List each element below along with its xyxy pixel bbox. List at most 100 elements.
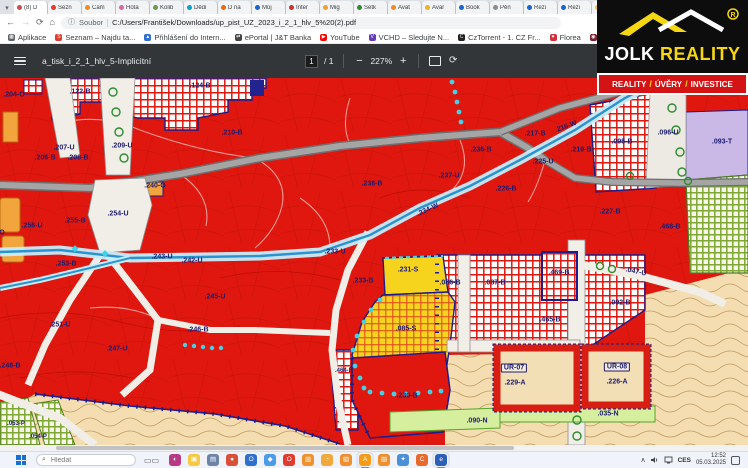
url-text: C:/Users/František/Downloads/up_pist_UZ_… — [112, 18, 356, 27]
bookmark-item[interactable]: CCzTorrent - 1. CZ Fr... — [458, 33, 541, 42]
bookmark-item[interactable]: ▦Aplikace — [8, 33, 46, 42]
search-input[interactable] — [49, 456, 119, 465]
parcel-label: .233-U — [324, 249, 345, 256]
forward-icon[interactable]: → — [21, 18, 30, 27]
bookmark-label: CzTorrent - 1. CZ Fr... — [468, 33, 541, 42]
bookmark-item[interactable]: ▶YouTube — [320, 33, 359, 42]
taskbar-app-icon[interactable]: ◆ — [264, 454, 276, 466]
parcel-label: .085-S — [396, 326, 417, 333]
taskbar-app-icon[interactable]: ▤ — [207, 454, 219, 466]
zoom-in-button[interactable]: + — [398, 55, 408, 67]
browser-tab[interactable]: D na — [218, 1, 252, 14]
scrollbar-thumb[interactable] — [56, 446, 514, 450]
logo-wordmark: JOLK REALITY — [597, 44, 748, 65]
tab-favicon — [221, 5, 226, 10]
browser-tab[interactable]: Rezi — [524, 1, 558, 14]
taskbar-app-icon[interactable]: C — [416, 454, 428, 466]
parcel-label: .243-U — [151, 254, 172, 261]
parcel-label: .236-B — [470, 147, 491, 154]
parcel-label: .209-U — [111, 143, 132, 150]
browser-tab[interactable]: Cam — [82, 1, 116, 14]
rotate-icon[interactable]: ⟳ — [447, 55, 459, 67]
tab-label: Book — [466, 5, 480, 11]
browser-tab[interactable]: Avar — [422, 1, 456, 14]
speaker-icon[interactable] — [651, 456, 659, 464]
parcel-label: .035-N — [597, 411, 618, 418]
taskbar-search[interactable]: ⌕ — [36, 454, 136, 466]
tab-label: Můj — [262, 5, 272, 11]
tab-label: Cam — [92, 5, 105, 11]
page-number-input[interactable]: 1 — [305, 55, 318, 68]
taskbar-app-icon[interactable]: e — [435, 454, 447, 466]
language-indicator[interactable]: CES — [678, 457, 691, 464]
omnibox-divider — [107, 19, 108, 27]
parcel-label: .256-U — [21, 223, 42, 230]
parcel-label: .229-A — [504, 380, 525, 387]
tab-label: Mig — [330, 5, 340, 11]
banner-word: REALITY — [612, 80, 646, 89]
taskbar-app-icon[interactable]: ▣ — [188, 454, 200, 466]
bookmark-item[interactable]: SSeznam – Najdu ta... — [55, 33, 135, 42]
parcel-label: .468-B — [659, 224, 680, 231]
bookmark-item[interactable]: ♥Florea — [550, 33, 581, 42]
tab-label: Kolib — [160, 5, 173, 11]
parcel-label: UR-07 — [501, 364, 527, 373]
notification-icon[interactable] — [731, 456, 740, 465]
omnibox[interactable]: ⓘ Soubor C:/Users/František/Downloads/up… — [61, 17, 561, 29]
bookmark-favicon: ▦ — [8, 34, 15, 41]
parcel-label: .122-B — [69, 89, 90, 96]
taskbar-app-icon[interactable]: ▨ — [378, 454, 390, 466]
network-icon[interactable] — [664, 456, 673, 464]
pdf-controls: 1 / 1 − 227% + ⟳ — [305, 54, 459, 68]
parcel-label: .253-B — [55, 261, 76, 268]
taskbar-clock[interactable]: 12:52 05.03.2025 — [696, 453, 726, 467]
tab-search-chevron-icon[interactable]: ▾ — [0, 1, 14, 14]
reload-icon[interactable]: ⟳ — [36, 18, 44, 27]
browser-tab[interactable]: Rezi — [558, 1, 592, 14]
browser-tab[interactable]: Setk — [354, 1, 388, 14]
map-labels-layer: .204-O.122-B.124-B.210-B.207-U.206-B.208… — [0, 78, 748, 445]
bookmark-item[interactable]: ▲Přihlášení do Intern... — [144, 33, 225, 42]
taskbar-app-icon[interactable]: ● — [226, 454, 238, 466]
bookmark-item[interactable]: ⇄ePortal | J&T Banka — [235, 33, 311, 42]
taskbar-app-icon[interactable]: A — [359, 454, 371, 466]
zoom-out-button[interactable]: − — [354, 55, 364, 67]
back-icon[interactable]: ← — [6, 18, 15, 27]
tray-chevron-icon[interactable]: ∧ — [640, 456, 645, 464]
home-icon[interactable]: ⌂ — [50, 18, 55, 27]
browser-tab[interactable]: Book — [456, 1, 490, 14]
parcel-label: .092-B — [609, 300, 630, 307]
browser-tab[interactable]: Můj — [252, 1, 286, 14]
taskbar-app-icon[interactable]: O — [245, 454, 257, 466]
taskbar-app-icon[interactable]: ◐ — [169, 454, 181, 466]
page-info-icon[interactable]: ⓘ — [68, 19, 75, 26]
tab-favicon — [425, 5, 430, 10]
pdf-map-canvas[interactable]: .204-O.122-B.124-B.210-B.207-U.206-B.208… — [0, 78, 748, 445]
bookmark-item[interactable]: VVCHD – Sledujte N... — [369, 33, 449, 42]
taskbar-app-icon[interactable]: ✦ — [397, 454, 409, 466]
roof-icon: R — [597, 0, 748, 45]
taskbar-app-icon[interactable]: O — [283, 454, 295, 466]
browser-tab[interactable]: Avat — [388, 1, 422, 14]
browser-tab[interactable]: Mig — [320, 1, 354, 14]
parcel-label: .246-B — [187, 327, 208, 334]
parcel-label: .237-U — [438, 173, 459, 180]
tab-favicon — [493, 5, 498, 10]
taskbar-app-icon[interactable]: ▥ — [302, 454, 314, 466]
start-button[interactable] — [16, 455, 26, 465]
taskbar-app-icon[interactable]: ◔ — [321, 454, 333, 466]
parcel-label: .227-B — [599, 209, 620, 216]
taskbar-app-icon[interactable]: ▧ — [340, 454, 352, 466]
browser-tab[interactable]: Sezn — [48, 1, 82, 14]
browser-tab[interactable]: Inter — [286, 1, 320, 14]
browser-tab[interactable]: Pěn — [490, 1, 524, 14]
task-view-icon[interactable]: ▭▭ — [144, 456, 159, 465]
menu-icon[interactable] — [14, 57, 26, 66]
browser-tab[interactable]: Hota — [116, 1, 150, 14]
browser-tab[interactable]: Kolib — [150, 1, 184, 14]
tray-time: 12:52 — [696, 453, 726, 460]
parcel-label: .465-B — [539, 317, 560, 324]
fit-page-icon[interactable] — [429, 56, 441, 66]
browser-tab[interactable]: (8) D — [14, 1, 48, 14]
browser-tab[interactable]: Dědi — [184, 1, 218, 14]
